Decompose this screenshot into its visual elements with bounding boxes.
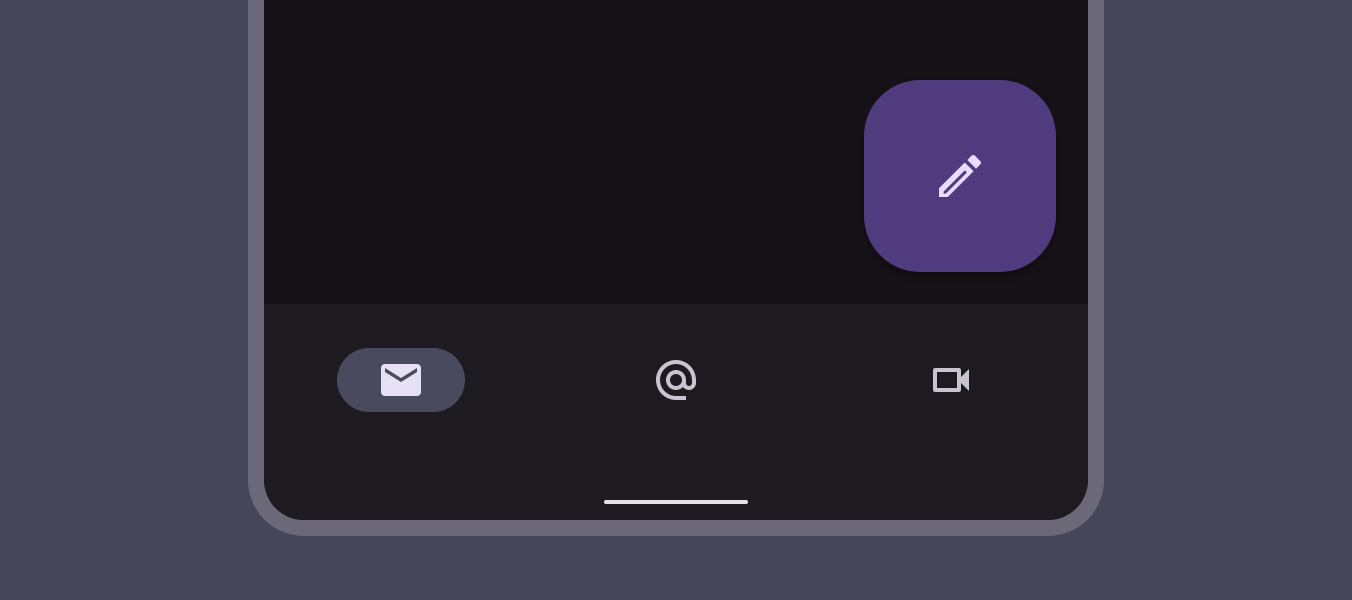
- bottom-navigation-bar: [264, 304, 1088, 520]
- pencil-icon: [939, 154, 982, 197]
- compose-fab[interactable]: [864, 80, 1056, 272]
- device-frame: [248, 0, 1104, 536]
- content-area: [264, 0, 1088, 304]
- nav-item-video[interactable]: [887, 348, 1015, 412]
- nav-item-mentions[interactable]: [612, 348, 740, 412]
- device-screen: [264, 0, 1088, 520]
- mail-icon: [381, 364, 421, 396]
- home-indicator[interactable]: [604, 500, 748, 504]
- nav-item-mail[interactable]: [337, 348, 465, 412]
- video-icon: [933, 368, 969, 392]
- at-sign-icon: [656, 360, 696, 400]
